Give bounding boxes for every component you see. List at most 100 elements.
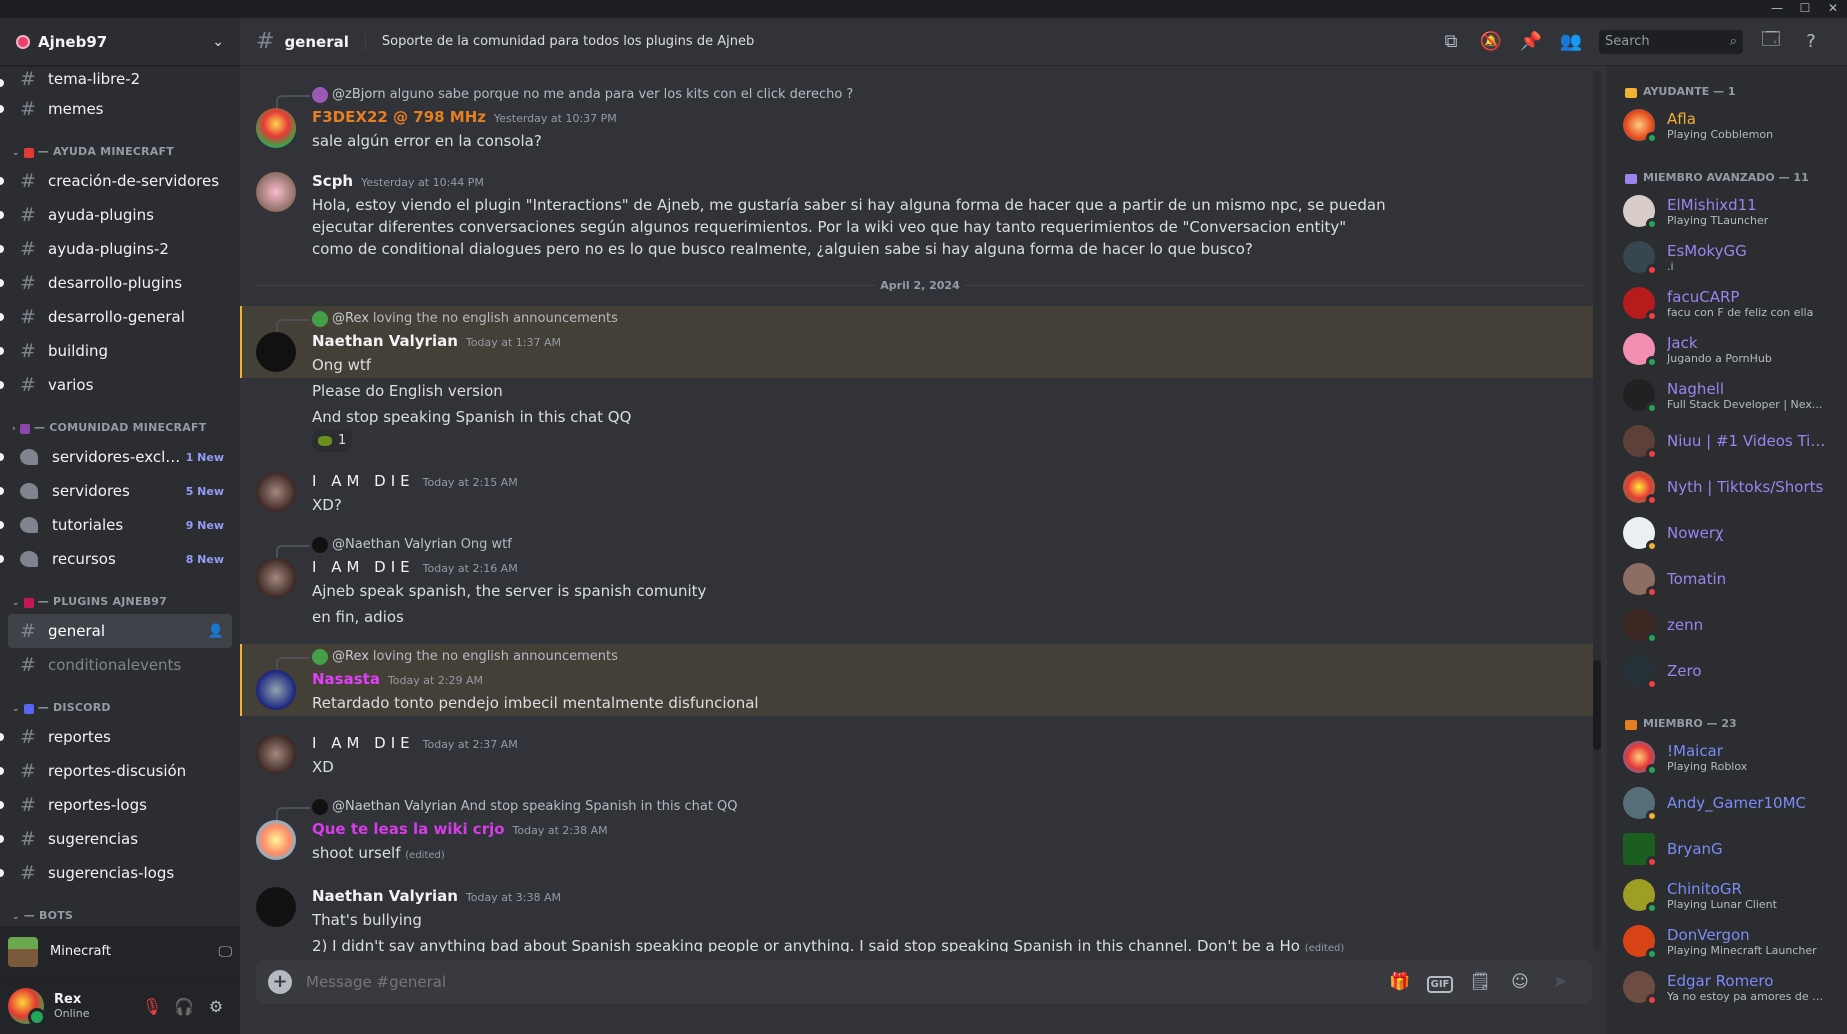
avatar[interactable] (256, 108, 296, 148)
scrollbar-thumb[interactable] (1593, 660, 1601, 750)
member-item[interactable]: facuCARP facu con F de feliz con ella (1615, 280, 1839, 326)
channel-memes[interactable]: # memes (0, 92, 232, 126)
channel-general[interactable]: # general 👤 (8, 614, 232, 648)
message-author[interactable]: F3DEX22 @ 798 MHz (312, 106, 486, 128)
member-item[interactable]: BryanG (1615, 826, 1839, 872)
sticker-icon[interactable]: 🗒 (1460, 972, 1500, 992)
add-attachment-button[interactable]: + (268, 970, 292, 994)
member-item[interactable]: ElMishixd11 Playing TLauncher (1615, 188, 1839, 234)
message-author[interactable]: I AM DIE (312, 556, 415, 578)
channel-reportes-discusion[interactable]: # reportes-discusión (0, 754, 232, 788)
channel-tema-libre-2[interactable]: # tema-libre-2 (0, 66, 232, 92)
message-author[interactable]: I AM DIE (312, 732, 415, 754)
gift-icon[interactable]: 🎁 (1380, 972, 1420, 992)
member-item[interactable]: ChinitoGR Playing Lunar Client (1615, 872, 1839, 918)
channel-ayuda-plugins-2[interactable]: # ayuda-plugins-2 (0, 232, 232, 266)
threads-icon[interactable]: ⧉ (1431, 31, 1471, 52)
gear-icon[interactable]: ⚙ (200, 997, 232, 1016)
maximize-button[interactable]: ☐ (1791, 0, 1819, 18)
gif-icon[interactable]: GIF (1420, 972, 1460, 993)
channel-sugerencias-logs[interactable]: # sugerencias-logs (0, 856, 232, 890)
message-author[interactable]: Nasasta (312, 668, 380, 690)
message-author[interactable]: Que te leas la wiki crjo (312, 818, 505, 840)
avatar[interactable] (256, 734, 296, 774)
message-input[interactable] (306, 973, 1380, 991)
avatar[interactable] (256, 558, 296, 598)
chevron-down-icon[interactable]: ⌄ (212, 34, 224, 50)
channel-varios[interactable]: # varios (0, 368, 232, 402)
channel-desarrollo-general[interactable]: # desarrollo-general (0, 300, 232, 334)
channel-conditionalevents[interactable]: # conditionalevents (8, 648, 232, 682)
category-ayuda-minecraft[interactable]: ⌄ — AYUDA MINECRAFT (8, 134, 232, 164)
member-item[interactable]: Jack Jugando a PornHub (1615, 326, 1839, 372)
server-header[interactable]: Ajneb97 ⌄ (0, 18, 240, 66)
reply-reference[interactable]: @Rex loving the no english announcements (276, 308, 1584, 333)
avatar[interactable] (256, 172, 296, 212)
message[interactable]: @Naethan Valyrian Ong wtf I AM DIE Today a… (240, 532, 1600, 604)
help-icon[interactable]: ? (1791, 31, 1831, 52)
forum-servidores-exclusivos[interactable]: servidores-exclusi...1 New (0, 440, 232, 474)
channel-desarrollo-plugins[interactable]: # desarrollo-plugins (0, 266, 232, 300)
channel-building[interactable]: # building (0, 334, 232, 368)
message-author[interactable]: Naethan Valyrian (312, 330, 458, 352)
category-comunidad-minecraft[interactable]: › — COMUNIDAD MINECRAFT (8, 410, 232, 440)
headphones-icon[interactable]: 🎧 (168, 997, 200, 1016)
close-button[interactable]: ✕ (1819, 0, 1847, 18)
channel-creacion-de-servidores[interactable]: # creación-de-servidores (0, 164, 232, 198)
pin-icon[interactable]: 📌 (1511, 31, 1551, 52)
message[interactable]: And stop speaking Spanish in this chat Q… (240, 404, 1600, 454)
message[interactable]: Scph Yesterday at 10:44 PM Hola, estoy vi… (240, 168, 1600, 262)
forum-recursos[interactable]: recursos 8 New (0, 542, 232, 576)
category-discord[interactable]: ⌄ — DISCORD (8, 690, 232, 720)
member-item[interactable]: Nyth | Tiktoks/Shorts (1615, 464, 1839, 510)
inbox-icon[interactable]: 🗔 (1751, 27, 1791, 57)
avatar[interactable] (256, 887, 296, 927)
member-item[interactable]: Nowerχ (1615, 510, 1839, 556)
message[interactable]: 2) I didn't say anything bad about Spani… (240, 933, 1600, 952)
add-user-icon[interactable]: 👤 (208, 624, 224, 639)
member-item[interactable]: Tomatin (1615, 556, 1839, 602)
member-item[interactable]: Zero (1615, 648, 1839, 694)
message[interactable]: I AM DIE Today at 2:37 AM XD (240, 730, 1600, 780)
channel-ayuda-plugins[interactable]: # ayuda-plugins (0, 198, 232, 232)
search-input[interactable]: Search (1605, 34, 1730, 49)
member-item[interactable]: Naghell Full Stack Developer | Nex... (1615, 372, 1839, 418)
message[interactable]: Naethan Valyrian Today at 3:38 AM That's … (240, 883, 1600, 933)
avatar[interactable] (256, 472, 296, 512)
member-item[interactable]: Niuu | #1 Videos TikTok (1615, 418, 1839, 464)
member-item[interactable]: zenn (1615, 602, 1839, 648)
message[interactable]: @Naethan Valyrian And stop speaking Spani… (240, 794, 1600, 869)
send-icon[interactable]: ➤ (1540, 972, 1580, 992)
message[interactable]: @Rex loving the no english announcements … (240, 644, 1600, 716)
channel-topic[interactable]: Soporte de la comunidad para todos los p… (382, 34, 1431, 49)
message[interactable]: @zBjorn alguno sabe porque no me anda par… (240, 82, 1600, 154)
member-item[interactable]: EsMokyGG .i (1615, 234, 1839, 280)
member-list-icon[interactable]: 👥 (1551, 31, 1591, 52)
message-author[interactable]: Scph (312, 170, 353, 192)
notification-muted-icon[interactable]: 🔕 (1471, 31, 1511, 52)
message-scrollbar[interactable] (1593, 70, 1601, 950)
member-item[interactable]: Edgar Romero Ya no estoy pa amores de mes… (1615, 964, 1839, 1010)
mic-muted-icon[interactable]: 🎙 (136, 997, 168, 1016)
reply-reference[interactable]: @Naethan Valyrian Ong wtf (276, 534, 1584, 559)
message-author[interactable]: Naethan Valyrian (312, 885, 458, 907)
reply-reference[interactable]: @zBjorn alguno sabe porque no me anda par… (276, 84, 1584, 109)
minimize-button[interactable]: — (1763, 0, 1791, 18)
member-item[interactable]: !Maicar Playing Roblox (1615, 734, 1839, 780)
message[interactable]: @Rex loving the no english announcements … (240, 306, 1600, 378)
avatar[interactable] (256, 332, 296, 372)
member-item[interactable]: Afla Playing Cobblemon (1615, 102, 1839, 148)
category-plugins-ajneb97[interactable]: ⌄ — PLUGINS AJNEB97 (8, 584, 232, 614)
screen-share-icon[interactable]: 🖵 (219, 944, 233, 960)
category-bots[interactable]: ⌄ — BOTS (8, 898, 232, 926)
channel-reportes[interactable]: # reportes (0, 720, 232, 754)
forum-servidores[interactable]: servidores 5 New (0, 474, 232, 508)
message[interactable]: I AM DIE Today at 2:15 AM XD? (240, 468, 1600, 518)
message[interactable]: en fin, adios (240, 604, 1600, 630)
message-author[interactable]: I AM DIE (312, 470, 415, 492)
emoji-icon[interactable]: ☺ (1500, 972, 1540, 992)
search-box[interactable]: Search ⌕ (1599, 29, 1743, 54)
channel-sugerencias[interactable]: # sugerencias (0, 822, 232, 856)
member-item[interactable]: Andy_Gamer10MC (1615, 780, 1839, 826)
channel-reportes-logs[interactable]: # reportes-logs (0, 788, 232, 822)
